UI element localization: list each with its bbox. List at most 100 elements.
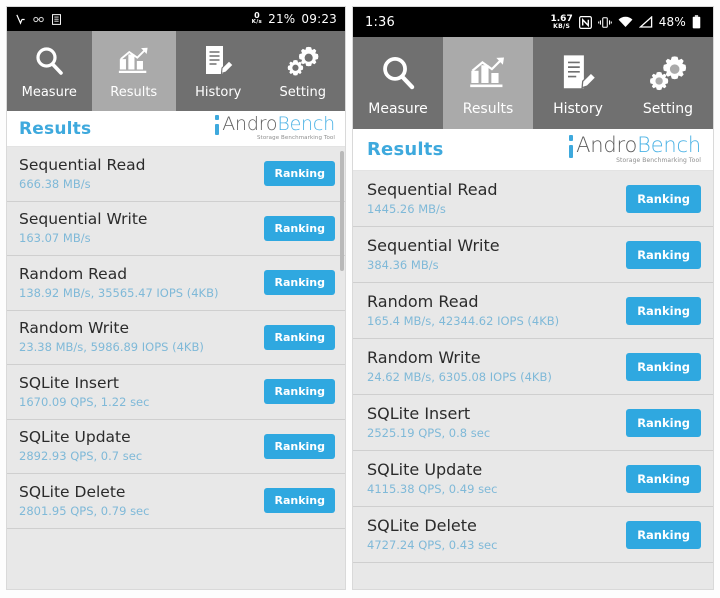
tab-results[interactable]: Results	[443, 37, 533, 129]
nfc-icon	[578, 15, 592, 29]
table-row[interactable]: Sequential Read 1445.26 MB/s Ranking	[353, 171, 713, 227]
benchmark-value: 23.38 MB/s, 5986.89 IOPS (4KB)	[19, 340, 204, 355]
tab-label-results: Results	[110, 85, 158, 100]
table-row[interactable]: Random Write 23.38 MB/s, 5986.89 IOPS (4…	[7, 310, 345, 365]
ranking-button[interactable]: Ranking	[626, 408, 701, 437]
logo-part-andro: Andro	[576, 133, 638, 157]
document-pencil-icon	[201, 41, 235, 81]
bar-chart-icon	[468, 49, 508, 96]
tab-label-setting: Setting	[279, 85, 327, 100]
table-row[interactable]: SQLite Update 4115.38 QPS, 0.49 sec Rank…	[353, 451, 713, 507]
logo-bars-icon	[569, 135, 574, 158]
tab-results[interactable]: Results	[91, 31, 176, 111]
left-tab-bar: Measure Results History Setting	[7, 31, 345, 111]
right-status-indicators: 1.67 KB/S 48%	[551, 14, 702, 30]
benchmark-value: 384.36 MB/s	[367, 257, 439, 272]
table-row[interactable]: Sequential Write 384.36 MB/s Ranking	[353, 227, 713, 283]
benchmark-name: Sequential Read	[19, 155, 146, 174]
tab-setting[interactable]: Setting	[260, 31, 345, 111]
androbench-logo: AndroBench Storage Benchmarking Tool	[215, 115, 335, 142]
gears-icon	[286, 41, 320, 81]
table-row[interactable]: Sequential Read 666.38 MB/s Ranking	[7, 147, 345, 202]
table-row[interactable]: Random Read 138.92 MB/s, 35565.47 IOPS (…	[7, 256, 345, 311]
left-phone-screenshot: 0 K/s 21% 09:23 Measure Results History …	[6, 6, 346, 590]
status-clock: 09:23	[301, 12, 337, 26]
benchmark-value: 1670.09 QPS, 1.22 sec	[19, 394, 150, 409]
table-row[interactable]: SQLite Update 2892.93 QPS, 0.7 sec Ranki…	[7, 419, 345, 474]
tab-measure[interactable]: Measure	[7, 31, 92, 111]
ranking-button[interactable]: Ranking	[626, 520, 701, 549]
benchmark-value: 2801.95 QPS, 0.79 sec	[19, 503, 150, 518]
ranking-button[interactable]: Ranking	[264, 324, 335, 350]
ranking-button[interactable]: Ranking	[264, 488, 335, 514]
logo-text: AndroBench Storage Benchmarking Tool	[222, 115, 335, 142]
ranking-button[interactable]: Ranking	[626, 352, 701, 381]
battery-percent: 21%	[268, 12, 296, 26]
logo-part-bench: Bench	[637, 133, 701, 157]
row-text: SQLite Delete 4727.24 QPS, 0.43 sec	[367, 516, 497, 552]
left-status-icons	[15, 13, 61, 25]
ranking-button[interactable]: Ranking	[264, 270, 335, 296]
left-status-indicators: 0 K/s 21% 09:23	[252, 12, 337, 26]
logo-subtitle: Storage Benchmarking Tool	[616, 157, 701, 164]
right-tab-bar: Measure Results History Setting	[353, 37, 713, 129]
benchmark-name: SQLite Insert	[367, 404, 471, 424]
right-status-bar: 1:36 1.67 KB/S 48%	[353, 7, 713, 37]
row-text: Random Write 24.62 MB/s, 6305.08 IOPS (4…	[367, 348, 552, 384]
battery-icon	[692, 15, 701, 29]
document-pencil-icon	[558, 49, 598, 96]
vibrate-icon	[597, 16, 612, 29]
status-clock: 1:36	[365, 14, 395, 30]
row-text: SQLite Update 4115.38 QPS, 0.49 sec	[367, 460, 498, 496]
ranking-button[interactable]: Ranking	[264, 433, 335, 459]
left-results-list-wrapper: Sequential Read 666.38 MB/s Ranking Sequ…	[7, 147, 345, 589]
benchmark-name: SQLite Update	[367, 460, 483, 480]
logo-wordmark: AndroBench	[222, 115, 335, 134]
benchmark-value: 2525.19 QPS, 0.8 sec	[367, 425, 491, 440]
network-speed-indicator: 0 K/s	[252, 12, 262, 26]
table-row[interactable]: SQLite Insert 2525.19 QPS, 0.8 sec Ranki…	[353, 395, 713, 451]
ranking-button[interactable]: Ranking	[264, 379, 335, 405]
right-results-list: Sequential Read 1445.26 MB/s Ranking Seq…	[353, 171, 713, 563]
table-row[interactable]: SQLite Delete 4727.24 QPS, 0.43 sec Rank…	[353, 507, 713, 563]
row-text: Sequential Read 1445.26 MB/s	[367, 180, 498, 216]
table-row[interactable]: SQLite Delete 2801.95 QPS, 0.79 sec Rank…	[7, 474, 345, 529]
page-title: Results	[19, 118, 92, 139]
scrollbar-thumb[interactable]	[340, 151, 344, 271]
row-text: SQLite Delete 2801.95 QPS, 0.79 sec	[19, 483, 150, 518]
logo-part-andro: Andro	[222, 113, 278, 136]
benchmark-name: Random Write	[19, 319, 130, 338]
tab-label-setting: Setting	[642, 101, 694, 117]
left-results-list: Sequential Read 666.38 MB/s Ranking Sequ…	[7, 147, 345, 529]
benchmark-value: 165.4 MB/s, 42344.62 IOPS (4KB)	[367, 313, 560, 328]
wifi-icon	[618, 16, 633, 28]
benchmark-value: 138.92 MB/s, 35565.47 IOPS (4KB)	[19, 285, 219, 300]
benchmark-value: 1445.26 MB/s	[367, 201, 446, 216]
table-row[interactable]: Random Read 165.4 MB/s, 42344.62 IOPS (4…	[353, 283, 713, 339]
network-speed-unit: K/s	[251, 19, 263, 26]
ranking-button[interactable]: Ranking	[626, 184, 701, 213]
row-text: Random Read 138.92 MB/s, 35565.47 IOPS (…	[19, 265, 219, 300]
tab-setting[interactable]: Setting	[623, 37, 713, 129]
network-speed-unit: KB/S	[553, 22, 571, 30]
benchmark-name: SQLite Insert	[19, 373, 119, 392]
benchmark-value: 24.62 MB/s, 6305.08 IOPS (4KB)	[367, 369, 552, 384]
tab-history[interactable]: History	[176, 31, 261, 111]
table-row[interactable]: SQLite Insert 1670.09 QPS, 1.22 sec Rank…	[7, 365, 345, 420]
table-row[interactable]: Sequential Write 163.07 MB/s Ranking	[7, 201, 345, 256]
ranking-button[interactable]: Ranking	[264, 215, 335, 241]
row-text: Sequential Write 163.07 MB/s	[19, 210, 147, 245]
ranking-button[interactable]: Ranking	[264, 161, 335, 187]
tab-measure[interactable]: Measure	[353, 37, 443, 129]
left-status-bar: 0 K/s 21% 09:23	[7, 7, 345, 31]
table-row[interactable]: Random Write 24.62 MB/s, 6305.08 IOPS (4…	[353, 339, 713, 395]
ranking-button[interactable]: Ranking	[626, 296, 701, 325]
benchmark-value: 4115.38 QPS, 0.49 sec	[367, 481, 498, 496]
battery-percent: 48%	[658, 15, 686, 29]
benchmark-name: Sequential Read	[367, 180, 498, 200]
gears-icon	[648, 49, 688, 96]
tab-history[interactable]: History	[533, 37, 623, 129]
ranking-button[interactable]: Ranking	[626, 240, 701, 269]
ranking-button[interactable]: Ranking	[626, 464, 701, 493]
network-speed-indicator: 1.67 KB/S	[551, 14, 573, 30]
